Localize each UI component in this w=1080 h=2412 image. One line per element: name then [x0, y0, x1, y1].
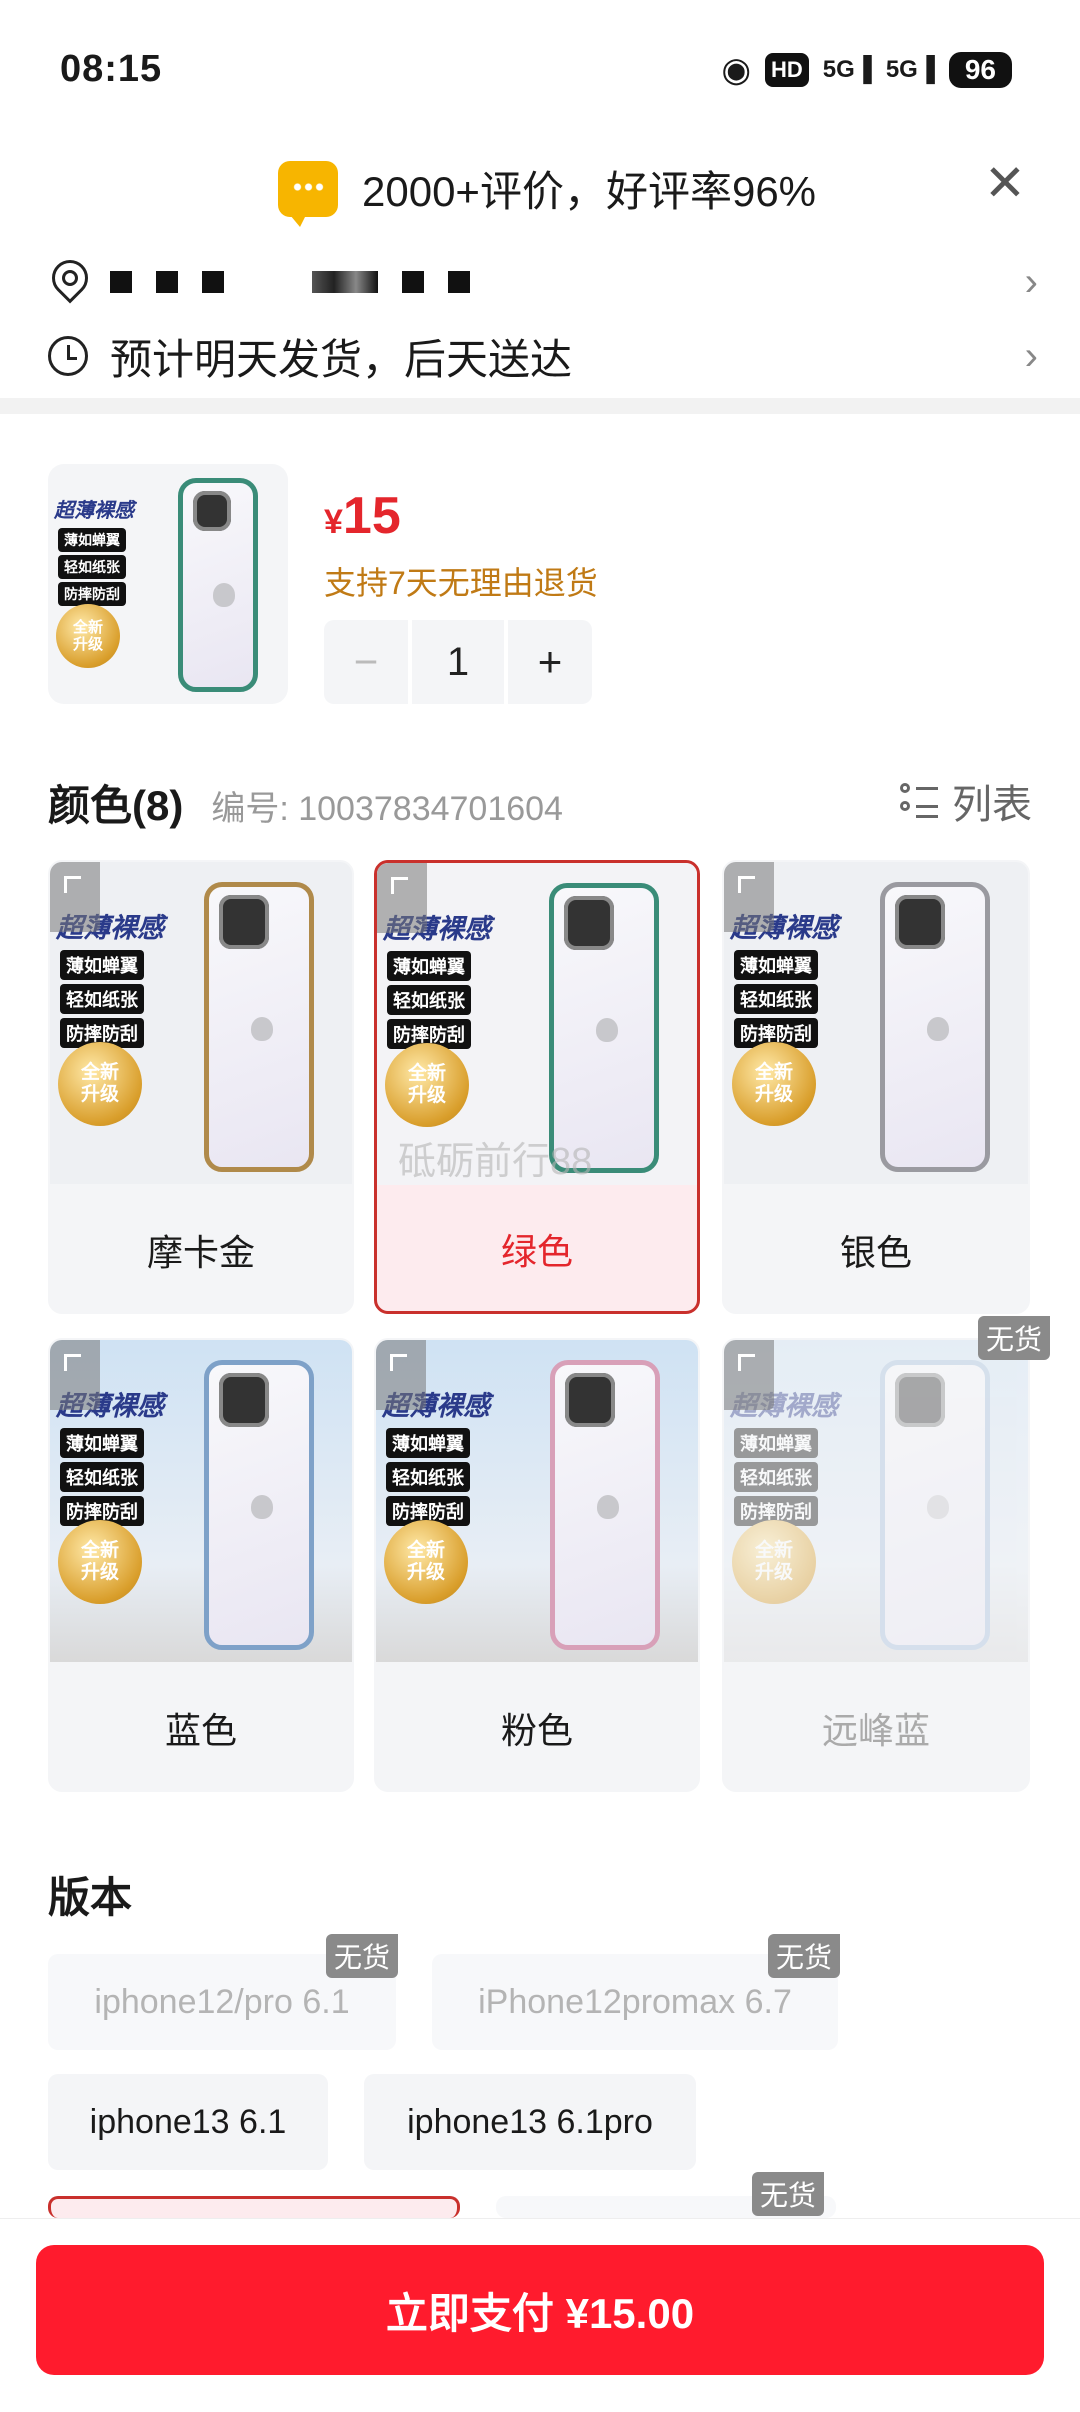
list-label: 列表 [952, 783, 1032, 827]
section-divider [0, 398, 1080, 414]
promo-tags: 薄如蝉翼 轻如纸张 防摔防刮 [387, 951, 471, 1049]
list-view-toggle[interactable]: 列表 [900, 772, 1032, 830]
color-option[interactable]: 超薄裸感 薄如蝉翼 轻如纸张 防摔防刮 全新 升级 粉色 [374, 1338, 700, 1792]
color-option-label: 银色 [839, 1232, 912, 1273]
out-of-stock-badge: 无货 [326, 1934, 399, 1978]
color-title: 颜色(8) [48, 782, 184, 829]
chevron-right-icon: › [1024, 333, 1038, 378]
promo-seal: 全新 升级 [58, 1042, 142, 1126]
expand-icon[interactable] [724, 862, 774, 932]
chat-bubble-icon [278, 160, 338, 227]
color-option[interactable]: 超薄裸感 薄如蝉翼 轻如纸张 防摔防刮 全新 升级 蓝色 [48, 1338, 354, 1792]
signal-icon-2: 5G▐ [885, 56, 935, 83]
increase-button[interactable]: + [508, 620, 592, 704]
promo-tags: 薄如蝉翼 轻如纸张 防摔防刮 [386, 1428, 470, 1526]
decrease-button[interactable]: − [324, 620, 408, 704]
color-section-header: 颜色(8) 编号: 10037834701604 列表 [48, 772, 1032, 832]
color-option-label: 蓝色 [164, 1710, 237, 1751]
expand-icon[interactable] [376, 1340, 426, 1410]
promo-tags: 薄如蝉翼 轻如纸张 防摔防刮 [58, 528, 126, 606]
watermark: 砥砺前行88 [398, 1141, 593, 1183]
phone-case-image [880, 1360, 990, 1650]
expand-icon[interactable] [724, 1340, 774, 1410]
status-icons: ◉ HD 5G▐ 5G▐ 96 [721, 50, 1012, 90]
quantity-value[interactable]: 1 [412, 620, 504, 704]
address-row[interactable]: › [48, 252, 1038, 312]
version-option[interactable]: iphone13 6.1 [48, 2074, 328, 2170]
chevron-right-icon: › [1024, 259, 1038, 304]
status-time: 08:15 [60, 48, 163, 90]
out-of-stock-badge: 无货 [978, 1316, 1051, 1360]
color-option[interactable]: 超薄裸感 薄如蝉翼 轻如纸张 防摔防刮 全新 升级 绿色 [374, 860, 700, 1314]
product-thumbnail[interactable]: 超薄裸感 薄如蝉翼 轻如纸张 防摔防刮 全新 升级 [48, 464, 288, 704]
phone-case-image [880, 882, 990, 1172]
location-icon: ◉ [721, 51, 751, 89]
bottom-bar: 立即支付 ¥15.00 [0, 2218, 1080, 2412]
promo-seal: 全新 升级 [384, 1520, 468, 1604]
version-chip-partial[interactable] [48, 2196, 460, 2218]
color-option-label: 粉色 [500, 1710, 573, 1751]
quantity-stepper: − 1 + [324, 620, 592, 704]
shipping-estimate: 预计明天发货，后天送达 [110, 335, 573, 383]
color-option[interactable]: 超薄裸感 薄如蝉翼 轻如纸张 防摔防刮 全新 升级 远峰蓝 [722, 1338, 1030, 1792]
price: ¥15 [324, 487, 401, 545]
out-of-stock-badge: 无货 [752, 2172, 825, 2216]
promo-seal: 全新 升级 [732, 1042, 816, 1126]
phone-case-image [204, 882, 314, 1172]
masked-address [110, 271, 470, 293]
phone-case-image [178, 478, 258, 692]
promo-tags: 薄如蝉翼 轻如纸张 防摔防刮 [60, 1428, 144, 1526]
close-button[interactable]: ✕ [980, 158, 1030, 210]
color-option[interactable]: 超薄裸感 薄如蝉翼 轻如纸张 防摔防刮 全新 升级 摩卡金 [48, 860, 354, 1314]
promo-seal: 全新 升级 [385, 1043, 469, 1127]
version-option[interactable]: iphone13 6.1pro [364, 2074, 696, 2170]
promo-tags: 薄如蝉翼 轻如纸张 防摔防刮 [734, 1428, 818, 1526]
phone-case-image [204, 1360, 314, 1650]
sku-number: 编号: 10037834701604 [211, 790, 563, 828]
clock-icon [48, 336, 88, 376]
color-option-label: 摩卡金 [146, 1232, 255, 1273]
pay-now-button[interactable]: 立即支付 ¥15.00 [36, 2245, 1044, 2375]
color-option[interactable]: 超薄裸感 薄如蝉翼 轻如纸张 防摔防刮 全新 升级 银色 [722, 860, 1030, 1314]
shipping-row[interactable]: 预计明天发货，后天送达 › [48, 326, 1038, 386]
review-summary[interactable]: 2000+评价，好评率96% [362, 158, 816, 219]
promo-tags: 薄如蝉翼 轻如纸张 防摔防刮 [734, 950, 818, 1048]
promo-title: 超薄裸感 [54, 500, 134, 522]
version-title: 版本 [48, 1874, 133, 1921]
promo-seal: 全新 升级 [56, 604, 120, 668]
expand-icon[interactable] [50, 862, 100, 932]
location-pin-icon [48, 260, 88, 304]
status-bar: 08:15 ◉ HD 5G▐ 5G▐ 96 [0, 0, 1080, 140]
expand-icon[interactable] [377, 863, 427, 933]
promo-seal: 全新 升级 [732, 1520, 816, 1604]
battery-icon: 96 [948, 52, 1012, 88]
out-of-stock-badge: 无货 [768, 1934, 841, 1978]
review-banner: 2000+评价，好评率96% ✕ [0, 150, 1080, 230]
return-policy: 支持7天无理由退货 [324, 565, 598, 601]
color-option-label: 远峰蓝 [821, 1710, 930, 1751]
signal-icon: 5G▐ [822, 56, 872, 83]
list-icon [900, 783, 938, 819]
expand-icon[interactable] [50, 1340, 100, 1410]
promo-seal: 全新 升级 [58, 1520, 142, 1604]
hd-icon: HD [765, 53, 809, 87]
color-option-label: 绿色 [500, 1231, 573, 1272]
promo-tags: 薄如蝉翼 轻如纸张 防摔防刮 [60, 950, 144, 1048]
phone-case-image [550, 1360, 660, 1650]
